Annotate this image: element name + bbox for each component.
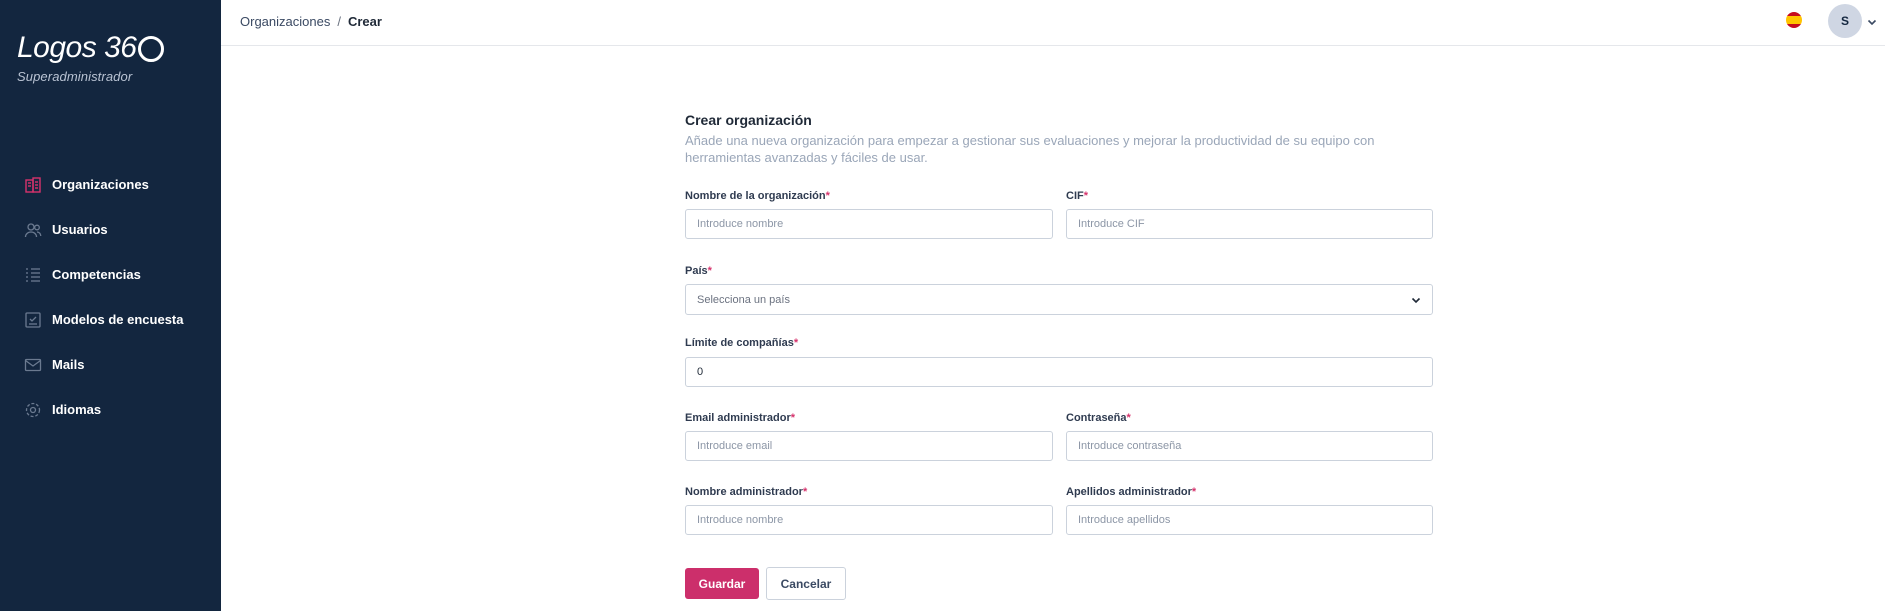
- breadcrumb-parent-link[interactable]: Organizaciones: [240, 14, 330, 29]
- sidebar-nav: Organizaciones Usuarios Competencias Mod…: [0, 162, 221, 432]
- company-limit-label: Límite de compañías*: [685, 337, 798, 349]
- gear-icon: [24, 401, 42, 419]
- brand-ring-zero: [138, 36, 165, 62]
- brand-logo[interactable]: Logos 36 Superadministrador: [17, 31, 165, 84]
- survey-icon: [24, 311, 42, 329]
- country-select-value: Selecciona un país: [697, 293, 790, 306]
- required-mark: *: [1126, 412, 1131, 424]
- avatar[interactable]: S: [1828, 4, 1862, 38]
- country-label: País*: [685, 265, 712, 277]
- spain-flag-icon[interactable]: [1786, 12, 1802, 28]
- company-limit-label-text: Límite de compañías: [685, 337, 794, 349]
- sidebar-item-label: Idiomas: [52, 402, 102, 417]
- admin-email-label-text: Email administrador: [685, 412, 791, 424]
- admin-surname-label-text: Apellidos administrador: [1066, 486, 1192, 498]
- admin-name-input[interactable]: [685, 505, 1053, 535]
- chevron-down-icon: [1410, 294, 1422, 306]
- chevron-down-icon[interactable]: [1866, 15, 1878, 27]
- sidebar-item-label: Mails: [52, 357, 85, 372]
- sidebar-item-idiomas[interactable]: Idiomas: [0, 387, 221, 432]
- building-icon: [24, 176, 42, 194]
- company-limit-input[interactable]: [685, 357, 1433, 387]
- password-input[interactable]: [1066, 431, 1433, 461]
- admin-surname-label: Apellidos administrador*: [1066, 486, 1196, 498]
- cif-label-text: CIF: [1066, 190, 1084, 202]
- admin-surname-input[interactable]: [1066, 505, 1433, 535]
- page-title: Crear organización: [685, 112, 812, 128]
- list-icon: [24, 266, 42, 284]
- required-mark: *: [707, 265, 712, 277]
- sidebar-item-label: Usuarios: [52, 222, 108, 237]
- required-mark: *: [802, 486, 808, 498]
- country-label-text: País: [685, 265, 708, 277]
- mail-icon: [24, 356, 42, 374]
- users-icon: [24, 221, 42, 239]
- admin-name-label: Nombre administrador*: [685, 486, 807, 498]
- sidebar-item-label: Competencias: [52, 267, 141, 282]
- role-label: Superadministrador: [17, 69, 133, 84]
- breadcrumb-separator: /: [337, 14, 341, 29]
- sidebar-item-modelos-de-encuesta[interactable]: Modelos de encuesta: [0, 297, 221, 342]
- breadcrumb: Organizaciones / Crear: [240, 14, 382, 29]
- cif-label: CIF*: [1066, 190, 1088, 202]
- brand-name: Logos 36: [17, 31, 137, 64]
- create-organization-form: Crear organización Añade una nueva organ…: [685, 112, 1433, 166]
- top-bar: Organizaciones / Crear S: [221, 0, 1885, 46]
- form-description: Añade una nueva organización para empeza…: [685, 133, 1375, 165]
- sidebar-item-mails[interactable]: Mails: [0, 342, 221, 387]
- password-label-text: Contraseña: [1066, 412, 1127, 424]
- org-name-label-text: Nombre de la organización: [685, 190, 826, 202]
- admin-email-input[interactable]: [685, 431, 1053, 461]
- sidebar-item-competencias[interactable]: Competencias: [0, 252, 221, 297]
- required-mark: *: [1083, 190, 1089, 202]
- country-select[interactable]: Selecciona un país: [685, 284, 1433, 315]
- sidebar-item-organizaciones[interactable]: Organizaciones: [0, 162, 221, 207]
- required-mark: *: [1191, 486, 1197, 498]
- org-name-input[interactable]: [685, 209, 1053, 239]
- required-mark: *: [825, 190, 830, 202]
- required-mark: *: [790, 412, 796, 424]
- sidebar-item-label: Organizaciones: [52, 177, 149, 192]
- sidebar: Logos 36 Superadministrador Organizacion…: [0, 0, 221, 611]
- admin-email-label: Email administrador*: [685, 412, 795, 424]
- cif-input[interactable]: [1066, 209, 1433, 239]
- breadcrumb-current: Crear: [347, 14, 382, 29]
- required-mark: *: [793, 337, 799, 349]
- org-name-label: Nombre de la organización*: [685, 190, 830, 202]
- password-label: Contraseña*: [1066, 412, 1131, 424]
- cancel-button[interactable]: Cancelar: [766, 567, 846, 600]
- sidebar-item-label: Modelos de encuesta: [52, 312, 184, 327]
- save-button[interactable]: Guardar: [685, 568, 759, 599]
- sidebar-item-usuarios[interactable]: Usuarios: [0, 207, 221, 252]
- admin-name-label-text: Nombre administrador: [685, 486, 803, 498]
